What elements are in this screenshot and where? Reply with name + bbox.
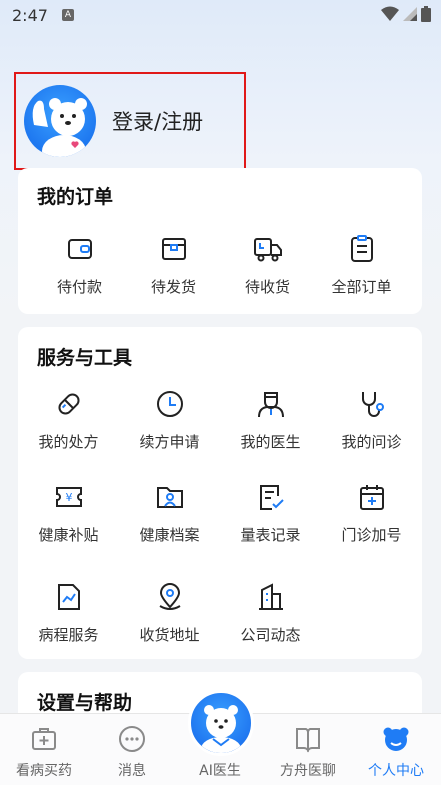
- package-icon: [161, 238, 186, 260]
- order-label: 待付款: [56, 278, 102, 296]
- clock-icon: [156, 391, 183, 417]
- nav-medicine[interactable]: 看病买药: [0, 714, 88, 780]
- calendar-plus-icon: [359, 485, 384, 510]
- service-label: 门诊加号: [341, 526, 402, 544]
- signal-icon: [403, 7, 417, 21]
- status-time: 2:47: [12, 5, 48, 25]
- wallet-icon: [67, 239, 92, 259]
- nav-messages[interactable]: 消息: [88, 714, 176, 780]
- service-label: 收货地址: [139, 626, 200, 644]
- nav-label: 消息: [118, 763, 146, 779]
- yuan-ticket-icon: ¥: [55, 487, 82, 507]
- service-label: 量表记录: [240, 526, 301, 544]
- battery-icon: [421, 6, 431, 22]
- service-my-doctor[interactable]: 我的医生: [220, 389, 321, 452]
- service-label: 我的问诊: [341, 433, 402, 451]
- service-shipping-address[interactable]: 收货地址: [119, 582, 220, 645]
- svg-text:¥: ¥: [65, 491, 72, 504]
- order-label: 待发货: [150, 278, 196, 296]
- order-pending-payment[interactable]: 待付款: [29, 234, 130, 297]
- login-register-area[interactable]: 登录/注册: [14, 72, 246, 170]
- services-card: 服务与工具 我的处方 续方申请 我的医生 我的问诊 ¥ 健康补贴 健康档案 量表…: [18, 327, 422, 659]
- building-icon: [258, 583, 283, 610]
- service-label: 健康档案: [139, 526, 200, 544]
- wifi-icon: [381, 6, 399, 21]
- service-label: 公司动态: [240, 626, 301, 644]
- book-icon: [296, 728, 320, 753]
- service-company-news[interactable]: 公司动态: [220, 582, 321, 645]
- settings-title[interactable]: 设置与帮助: [37, 688, 132, 715]
- order-pending-receipt[interactable]: 待收货: [217, 234, 318, 297]
- login-register-label[interactable]: 登录/注册: [112, 106, 203, 136]
- nav-label: 个人中心: [368, 763, 424, 779]
- service-label: 我的医生: [240, 433, 301, 451]
- chart-doc-icon: [57, 584, 80, 610]
- service-outpatient-extra[interactable]: 门诊加号: [321, 482, 422, 545]
- location-pin-icon: [158, 583, 181, 610]
- avatar[interactable]: [24, 85, 96, 157]
- orders-title: 我的订单: [37, 186, 114, 208]
- notification-icon: A: [61, 9, 74, 21]
- orders-card: 我的订单 待付款 待发货 待收货 全部订单: [18, 168, 422, 314]
- doctor-icon: [257, 392, 284, 418]
- clipboard-icon: [350, 235, 373, 262]
- service-health-subsidy[interactable]: ¥ 健康补贴: [18, 482, 119, 545]
- services-title: 服务与工具: [37, 347, 133, 369]
- service-scale-records[interactable]: 量表记录: [220, 482, 321, 545]
- folder-user-icon: [156, 487, 183, 508]
- nav-profile[interactable]: 个人中心: [352, 714, 440, 780]
- nav-label: AI医生: [199, 763, 241, 779]
- medkit-icon: [32, 728, 56, 750]
- service-label: 我的处方: [38, 433, 99, 451]
- service-health-records[interactable]: 健康档案: [119, 482, 220, 545]
- service-my-consultation[interactable]: 我的问诊: [321, 389, 422, 452]
- stethoscope-icon: [361, 392, 384, 417]
- nav-ark-chat[interactable]: 方舟医聊: [264, 714, 352, 780]
- truck-icon: [253, 238, 282, 262]
- ai-doctor-badge[interactable]: [188, 690, 254, 756]
- order-label: 全部订单: [331, 278, 392, 296]
- status-bar: 2:47 A: [0, 0, 441, 30]
- form-check-icon: [259, 485, 284, 510]
- nav-label: 看病买药: [16, 763, 72, 779]
- service-course-service[interactable]: 病程服务: [18, 582, 119, 645]
- order-pending-shipment[interactable]: 待发货: [123, 234, 224, 297]
- service-renewal-request[interactable]: 续方申请: [119, 389, 220, 452]
- bear-icon: [383, 727, 409, 751]
- nav-label: 方舟医聊: [280, 763, 336, 779]
- order-label: 待收货: [244, 278, 290, 296]
- bear-mascot-icon: [32, 98, 87, 157]
- service-label: 病程服务: [38, 626, 99, 644]
- service-label: 续方申请: [139, 433, 200, 451]
- ai-doctor-icon: [201, 705, 241, 753]
- chat-icon: [119, 726, 145, 752]
- service-label: 健康补贴: [38, 526, 99, 544]
- service-my-prescription[interactable]: 我的处方: [18, 389, 119, 452]
- order-all[interactable]: 全部订单: [311, 234, 412, 297]
- pill-icon: [57, 393, 80, 415]
